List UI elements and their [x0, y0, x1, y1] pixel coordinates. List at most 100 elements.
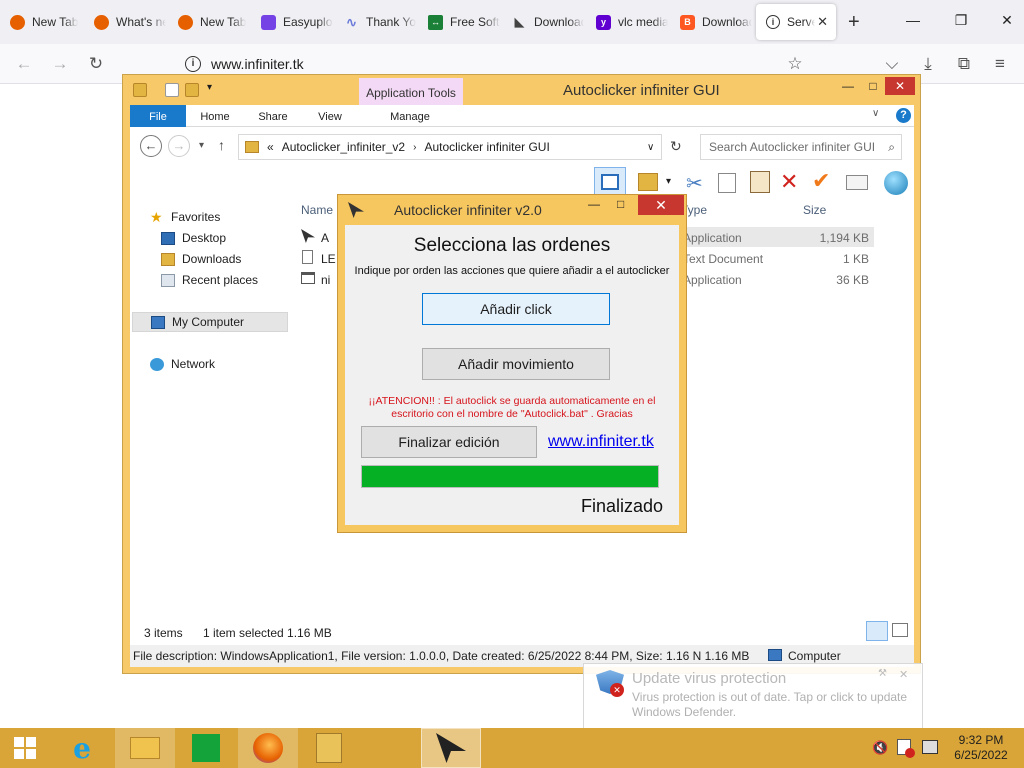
close-toast-icon[interactable]: ✕	[899, 668, 908, 681]
firefox-taskbar[interactable]	[238, 728, 298, 768]
back-icon[interactable]: ←	[140, 135, 162, 157]
application-tools-tab[interactable]: Application Tools	[359, 78, 463, 105]
maximize-icon[interactable]: □	[861, 77, 885, 95]
nav-my-computer[interactable]: My Computer	[132, 312, 288, 332]
minimize-icon[interactable]: —	[890, 0, 936, 40]
notification-toast[interactable]: ✕ Update virus protection ⚒ ✕ Virus prot…	[583, 663, 923, 729]
tab-new-tab-2[interactable]: New Tab	[168, 4, 250, 40]
checkmark-icon[interactable]: ✔	[812, 168, 830, 194]
autoclicker-taskbar[interactable]	[421, 728, 481, 768]
tab-easyupload[interactable]: Easyupload	[251, 4, 333, 40]
toolbar-dropdown-icon[interactable]: ▾	[666, 176, 671, 187]
yahoo-icon: y	[596, 14, 611, 30]
breadcrumb-item-parent[interactable]: Autoclicker_infiniter_v2	[282, 140, 405, 154]
minimize-icon[interactable]: —	[588, 197, 600, 211]
tab-thank-you[interactable]: ∿ Thank You	[334, 4, 416, 40]
nav-recent-places[interactable]: Recent places	[161, 270, 258, 290]
up-arrow-icon[interactable]: ↑	[218, 137, 225, 153]
reload-icon[interactable]: ↻	[84, 52, 108, 76]
search-input[interactable]: Search Autoclicker infiniter GUI ⌕	[700, 134, 902, 160]
column-header-size[interactable]: Size	[803, 203, 826, 217]
back-arrow-icon[interactable]: ←	[12, 52, 36, 76]
explorer-title-bar: ▾ Application Tools Autoclicker infinite…	[123, 75, 920, 105]
autoclicker-dialog: Autoclicker infiniter v2.0 — □ ✕ Selecci…	[337, 194, 687, 533]
close-window-icon[interactable]: ✕	[984, 0, 1024, 40]
file-explorer-taskbar[interactable]	[115, 728, 175, 768]
tab-whats-new[interactable]: What's new	[84, 4, 166, 40]
tab-home[interactable]: Home	[194, 105, 236, 127]
alert-badge-icon	[905, 748, 915, 758]
paste-icon[interactable]	[750, 171, 770, 193]
address-bar[interactable]: « Autoclicker_infiniter_v2 › Autoclicker…	[238, 134, 662, 160]
tab-vlc-media[interactable]: y vlc media	[586, 4, 668, 40]
cut-icon[interactable]: ✂	[686, 171, 703, 196]
minimize-icon[interactable]: —	[835, 77, 861, 95]
tab-file[interactable]: File	[130, 105, 186, 127]
new-tab-button[interactable]: +	[848, 10, 860, 34]
search-icon[interactable]: ⌕	[888, 135, 895, 159]
address-dropdown-icon[interactable]: ∨	[647, 142, 654, 153]
tab-download-2[interactable]: B Download	[670, 4, 752, 40]
close-tab-icon[interactable]: ✕	[817, 14, 828, 30]
qat-dropdown-icon[interactable]: ▾	[207, 82, 212, 93]
internet-explorer-taskbar[interactable]: e	[52, 728, 112, 768]
network-tray-icon[interactable]	[922, 740, 938, 754]
pocket-icon[interactable]: ⌵	[880, 52, 904, 76]
new-folder-icon[interactable]	[185, 83, 199, 97]
tab-free-software[interactable]: ↔ Free Software	[418, 4, 500, 40]
tab-download-1[interactable]: ◣ Download	[502, 4, 585, 40]
volume-muted-icon[interactable]: 🔇	[872, 740, 888, 756]
forward-arrow-icon[interactable]: →	[48, 52, 72, 76]
dialog-close-button[interactable]: ✕	[638, 195, 684, 215]
maximize-icon[interactable]: □	[617, 197, 624, 211]
add-movement-button[interactable]: Añadir movimiento	[422, 348, 610, 380]
menu-icon[interactable]: ≡	[988, 52, 1012, 76]
toast-title: Update virus protection	[632, 670, 787, 687]
tab-view[interactable]: View	[310, 105, 350, 127]
details-view-icon[interactable]	[866, 621, 888, 641]
breadcrumb-overflow[interactable]: «	[267, 140, 274, 154]
large-icons-view-icon[interactable]	[892, 623, 908, 637]
add-click-button[interactable]: Añadir click	[422, 293, 610, 325]
settings-icon[interactable]: ⚒	[878, 668, 887, 679]
download-icon[interactable]: ⤓	[916, 52, 940, 76]
fsf-icon: ↔	[428, 14, 443, 30]
finish-editing-button[interactable]: Finalizar edición	[361, 426, 537, 458]
recent-locations-icon[interactable]: ▾	[199, 140, 204, 151]
nav-desktop[interactable]: Desktop	[161, 228, 226, 248]
breadcrumb-separator-icon[interactable]: ›	[413, 142, 416, 153]
archive-taskbar[interactable]	[299, 728, 359, 768]
nav-network[interactable]: Network	[150, 354, 215, 374]
close-window-icon[interactable]: ✕	[885, 77, 915, 95]
tab-share[interactable]: Share	[252, 105, 294, 127]
restore-icon[interactable]: ❐	[938, 0, 984, 40]
site-info-icon[interactable]: i	[185, 56, 201, 72]
rename-icon[interactable]	[846, 175, 868, 190]
nav-downloads[interactable]: Downloads	[161, 249, 241, 269]
checklist-folder-icon[interactable]	[638, 173, 658, 191]
tab-server-active[interactable]: i Server ✕	[756, 4, 836, 40]
extensions-icon[interactable]: ⧉	[952, 52, 976, 76]
globe-icon[interactable]	[884, 171, 908, 195]
preview-pane-icon[interactable]	[594, 167, 626, 197]
internet-explorer-icon: e	[73, 731, 91, 765]
copy-icon[interactable]	[718, 173, 736, 193]
bookmark-star-icon[interactable]: ☆	[783, 52, 807, 76]
forward-icon[interactable]: →	[168, 135, 190, 157]
clock[interactable]: 9:32 PM 6/25/2022	[944, 733, 1018, 763]
cursor-app-icon	[436, 733, 466, 763]
delete-icon[interactable]: ✕	[780, 169, 798, 195]
start-button[interactable]	[0, 728, 50, 768]
properties-icon[interactable]	[165, 83, 179, 97]
tab-manage[interactable]: Manage	[360, 105, 460, 127]
column-header-name[interactable]: Name	[301, 203, 333, 217]
website-link[interactable]: www.infiniter.tk	[548, 433, 654, 451]
help-icon[interactable]: ?	[896, 108, 911, 123]
breadcrumb-item-current[interactable]: Autoclicker infiniter GUI	[424, 140, 549, 154]
store-taskbar[interactable]	[176, 728, 236, 768]
network-icon	[150, 357, 164, 371]
nav-favorites[interactable]: ★ Favorites	[150, 207, 220, 227]
ribbon-expand-icon[interactable]: ∨	[872, 108, 879, 119]
refresh-icon[interactable]: ↻	[670, 138, 682, 155]
tab-new-tab-1[interactable]: New Tab	[0, 4, 82, 40]
